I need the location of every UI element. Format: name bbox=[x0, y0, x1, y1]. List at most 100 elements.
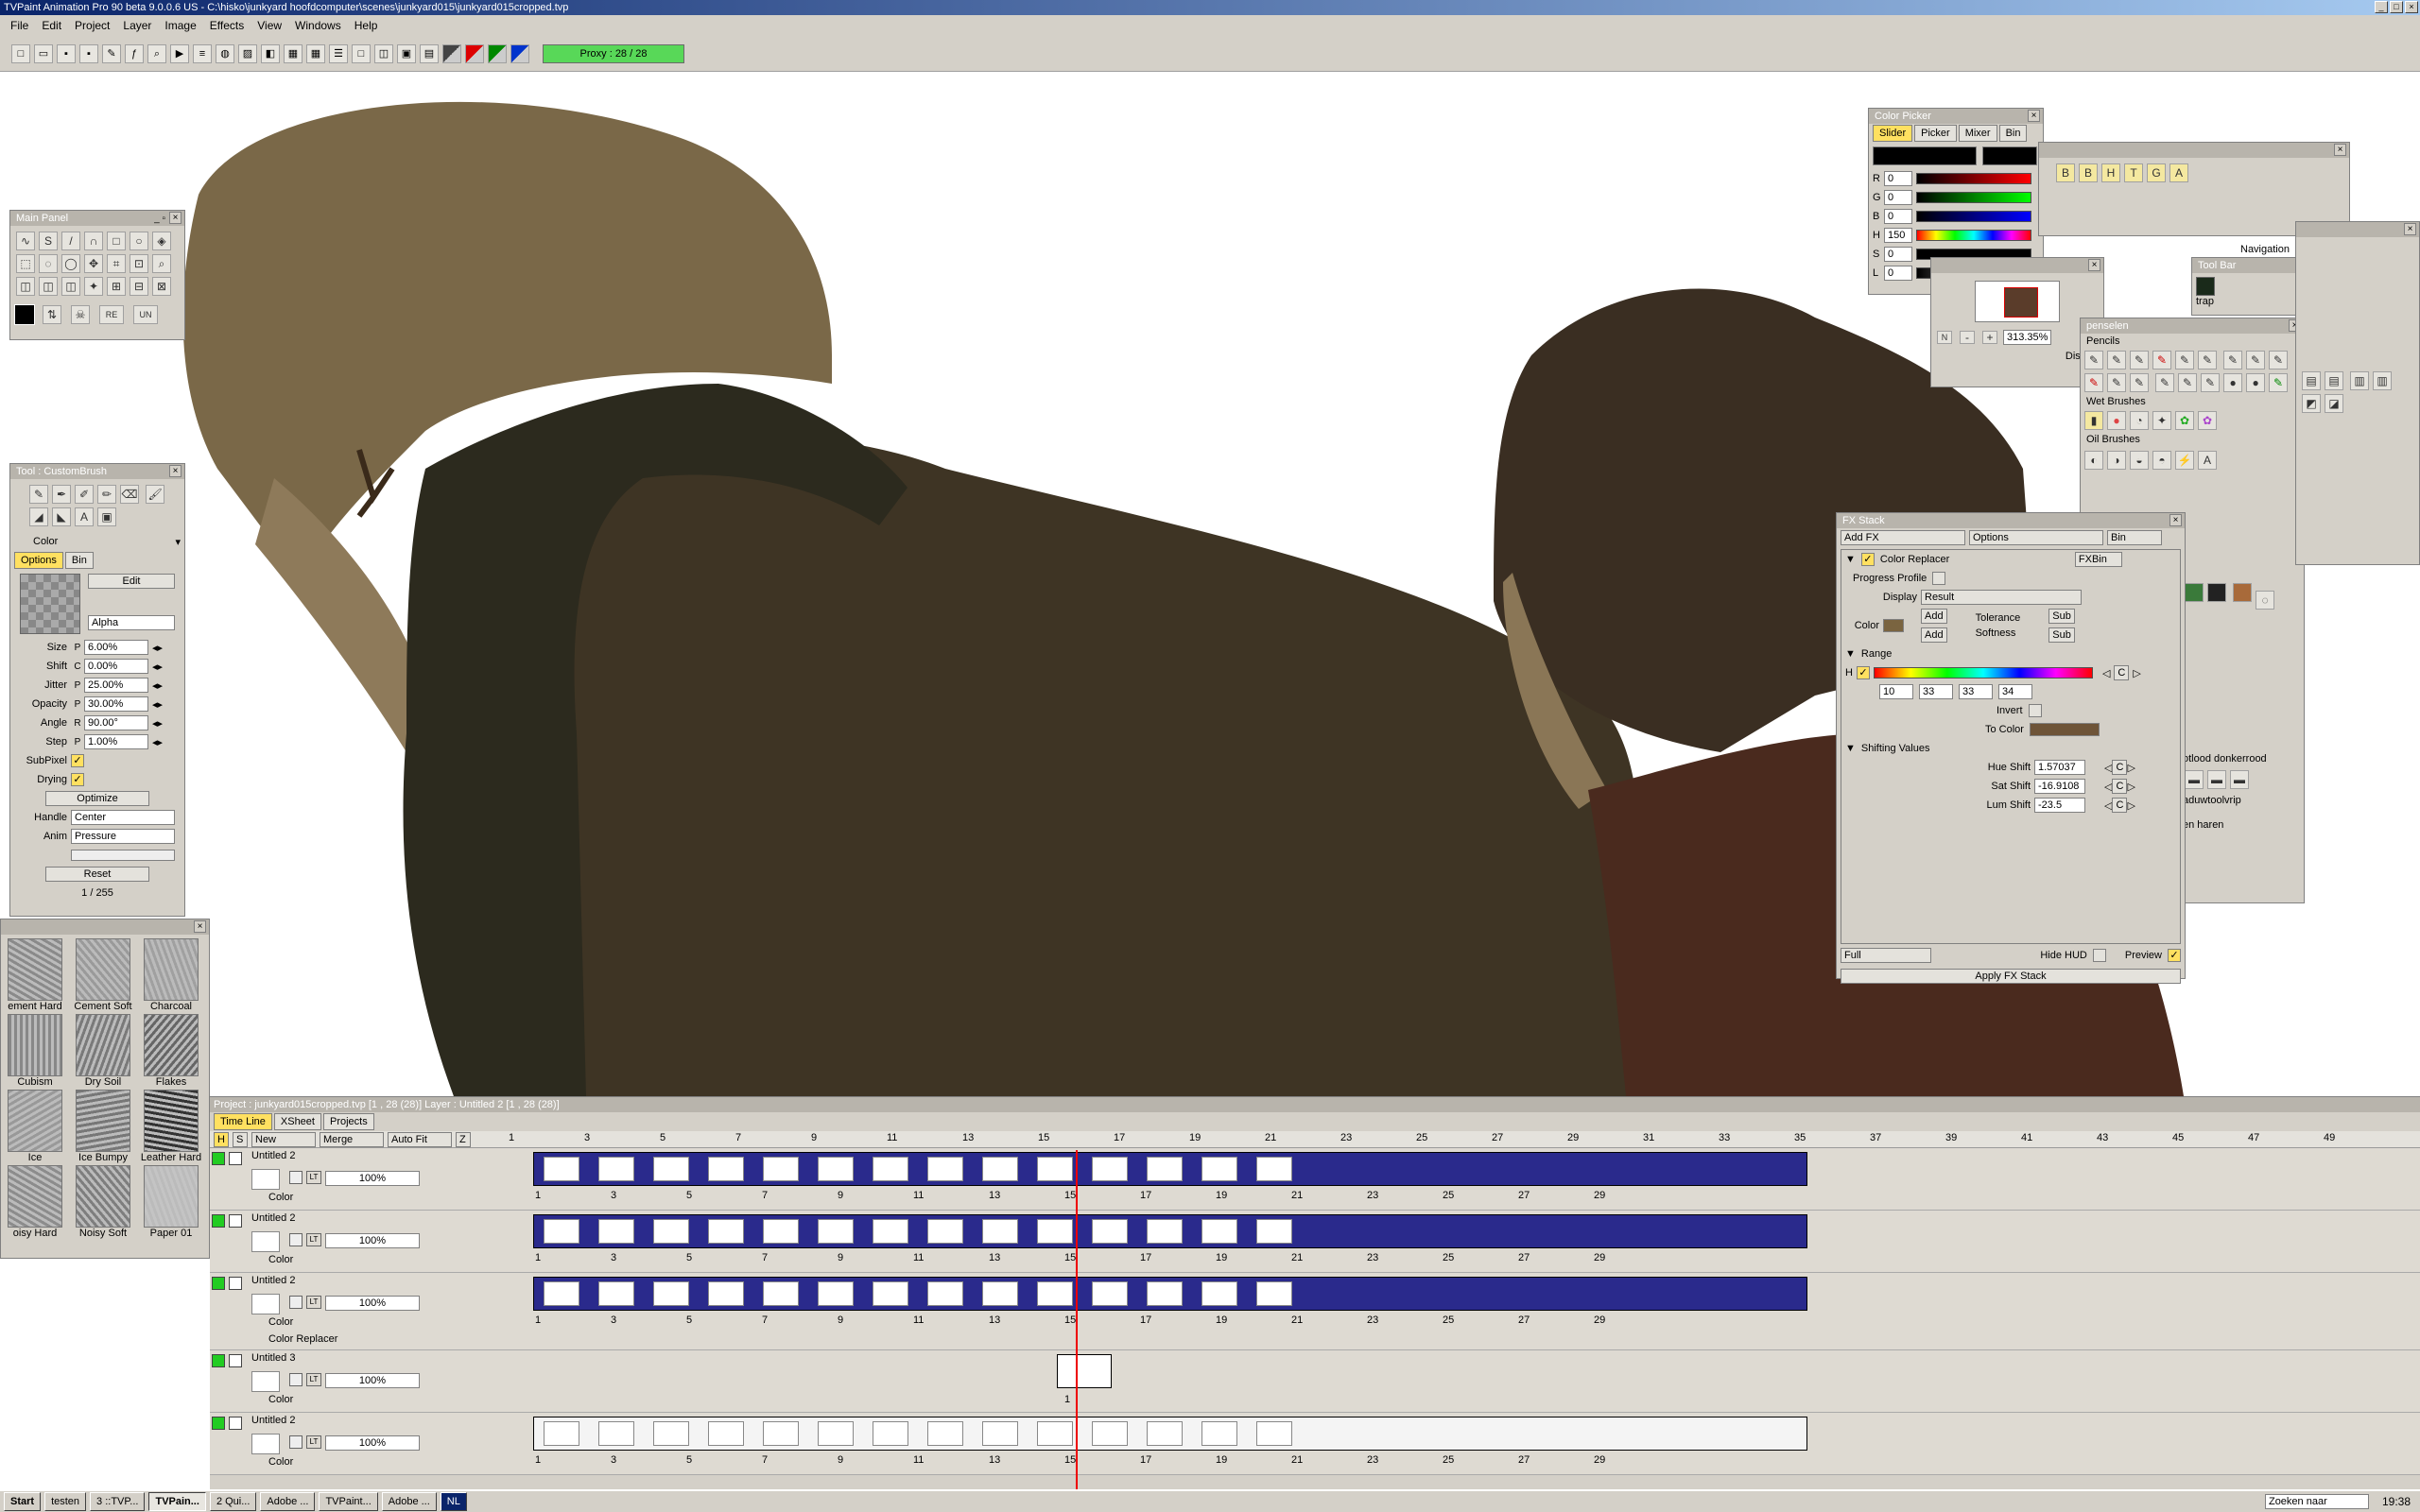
pencil-brush-12-icon[interactable]: ✎ bbox=[2130, 373, 2149, 392]
lighttable-icon[interactable]: LT bbox=[306, 1435, 321, 1449]
lighttable-icon[interactable]: LT bbox=[306, 1233, 321, 1246]
pencil-brush-1-icon[interactable]: ✎ bbox=[2084, 351, 2103, 369]
channel-value[interactable]: 0 bbox=[1884, 171, 1912, 186]
navigator-thumbnail[interactable] bbox=[1975, 281, 2060, 322]
texture-item[interactable]: Ice Bumpy bbox=[69, 1090, 137, 1163]
circle-icon[interactable]: ○ bbox=[130, 232, 148, 250]
preset-3-icon[interactable]: H bbox=[2101, 163, 2120, 182]
preset-1-icon[interactable]: B bbox=[2056, 163, 2075, 182]
custom-brush-icon[interactable]: ▣ bbox=[97, 507, 116, 526]
param-flag[interactable]: P bbox=[71, 643, 84, 653]
texture-item[interactable]: Leather Hard bbox=[137, 1090, 205, 1163]
lock-icon[interactable] bbox=[289, 1171, 302, 1184]
frame-cell[interactable] bbox=[763, 1219, 799, 1244]
quality-select[interactable]: Full bbox=[1841, 948, 1931, 963]
color-wheel-icon[interactable]: ◍ bbox=[216, 43, 234, 63]
layer-visible-toggle[interactable] bbox=[212, 1354, 225, 1367]
frame-cell[interactable] bbox=[544, 1219, 579, 1244]
menu-project[interactable]: Project bbox=[68, 19, 116, 32]
frame-cell[interactable] bbox=[873, 1219, 908, 1244]
task-adobe-1[interactable]: Adobe ... bbox=[260, 1492, 316, 1511]
lock-icon[interactable] bbox=[289, 1296, 302, 1309]
brush-mode[interactable]: Color bbox=[14, 536, 109, 547]
range-collapse-icon[interactable]: ▼ bbox=[1845, 648, 1856, 660]
texture-item[interactable]: Dry Soil bbox=[69, 1014, 137, 1088]
character-icon[interactable]: ☠ bbox=[71, 305, 90, 324]
texture-item[interactable]: Noisy Soft bbox=[69, 1165, 137, 1239]
texture-item[interactable]: Flakes bbox=[137, 1014, 205, 1088]
frame-cell[interactable] bbox=[708, 1281, 744, 1306]
texture-swatch[interactable] bbox=[8, 1014, 62, 1076]
channel-value[interactable]: 0 bbox=[1884, 247, 1912, 262]
rectangle-icon[interactable]: □ bbox=[107, 232, 126, 250]
frame-cell[interactable] bbox=[1037, 1157, 1073, 1181]
lock-icon[interactable] bbox=[289, 1373, 302, 1386]
frame-cell[interactable] bbox=[873, 1421, 908, 1446]
param-flag[interactable]: C bbox=[71, 662, 84, 672]
layer-solo-toggle[interactable] bbox=[229, 1417, 242, 1430]
layer-opacity[interactable]: 100% bbox=[325, 1435, 420, 1451]
oil-brush-3-icon[interactable]: ◒ bbox=[2130, 451, 2149, 470]
source-color-swatch[interactable] bbox=[1883, 619, 1904, 632]
edit-button[interactable]: Edit bbox=[88, 574, 175, 589]
range-value-3[interactable]: 33 bbox=[1959, 684, 1993, 699]
pencil-brush-18-icon[interactable]: ✎ bbox=[2269, 373, 2289, 392]
transform-icon[interactable]: ⊞ bbox=[107, 277, 126, 296]
fxbin-select[interactable]: FXBin bbox=[2074, 552, 2122, 567]
menu-windows[interactable]: Windows bbox=[288, 19, 348, 32]
close-icon[interactable]: × bbox=[2028, 110, 2040, 122]
handle-select[interactable]: Center bbox=[71, 810, 175, 825]
tab-mixer[interactable]: Mixer bbox=[1958, 125, 1997, 142]
frame-cell[interactable] bbox=[653, 1219, 689, 1244]
pencil-brush-15-icon[interactable]: ✎ bbox=[2201, 373, 2221, 392]
hide-hud-checkbox[interactable] bbox=[2092, 949, 2106, 962]
param-arrows-icon[interactable]: ◂▸ bbox=[152, 642, 163, 654]
pencil-brush-6-icon[interactable]: ✎ bbox=[2198, 351, 2217, 369]
maximize-icon[interactable]: □ bbox=[2390, 1, 2403, 13]
close-icon[interactable]: × bbox=[2404, 223, 2416, 235]
new-layer-button[interactable]: New bbox=[251, 1131, 316, 1147]
frame-cell[interactable] bbox=[1037, 1219, 1073, 1244]
task-testen[interactable]: testen bbox=[44, 1492, 87, 1511]
texture-swatch[interactable] bbox=[76, 1014, 130, 1076]
frame-cell[interactable] bbox=[818, 1281, 854, 1306]
sub-softness-button[interactable]: Sub bbox=[2048, 627, 2075, 643]
select-rect-icon[interactable]: ⬚ bbox=[16, 254, 35, 273]
frame-cell[interactable] bbox=[708, 1219, 744, 1244]
marker-icon[interactable]: ✏ bbox=[97, 485, 116, 504]
frame-cell[interactable] bbox=[1201, 1157, 1237, 1181]
taskbar-search[interactable]: Zoeken naar bbox=[2264, 1494, 2369, 1509]
param-arrows-icon[interactable]: ◂▸ bbox=[152, 736, 163, 748]
texture-swatch[interactable] bbox=[76, 1090, 130, 1152]
layer-thumbnail[interactable] bbox=[251, 1371, 280, 1392]
layer-thumbnail[interactable] bbox=[251, 1231, 280, 1252]
frame-cell[interactable] bbox=[1092, 1157, 1128, 1181]
param-value[interactable]: 30.00% bbox=[84, 696, 148, 712]
to-color-swatch[interactable] bbox=[2029, 723, 2100, 736]
layer-blend-mode[interactable]: Color bbox=[268, 1394, 293, 1405]
knife-icon[interactable]: ◣ bbox=[52, 507, 71, 526]
brush-c-icon[interactable]: ◫ bbox=[61, 277, 80, 296]
menu-file[interactable]: File bbox=[4, 19, 35, 32]
preset-6-icon[interactable]: A bbox=[2169, 163, 2188, 182]
param-arrows-icon[interactable]: ◂▸ bbox=[152, 661, 163, 673]
add-softness-button[interactable]: Add bbox=[1921, 627, 1947, 643]
layer-thumbnail[interactable] bbox=[251, 1169, 280, 1190]
layer-solo-toggle[interactable] bbox=[229, 1277, 242, 1290]
bin-select[interactable]: Bin bbox=[2107, 530, 2162, 545]
texture-swatch[interactable] bbox=[76, 938, 130, 1001]
frame-strip[interactable] bbox=[533, 1214, 1807, 1248]
layer-visible-toggle[interactable] bbox=[212, 1417, 225, 1430]
texture-swatch[interactable] bbox=[144, 1014, 199, 1076]
frame-strip[interactable] bbox=[533, 1152, 1807, 1186]
tab-bin[interactable]: Bin bbox=[1998, 125, 2028, 142]
pencil-brush-9-icon[interactable]: ✎ bbox=[2269, 351, 2289, 369]
param-flag[interactable]: P bbox=[71, 680, 84, 691]
frame-cell[interactable] bbox=[1092, 1219, 1128, 1244]
freehand-icon[interactable]: ∿ bbox=[16, 232, 35, 250]
crop-icon[interactable]: ⊡ bbox=[130, 254, 148, 273]
ink-black-icon[interactable] bbox=[442, 43, 461, 63]
layer-name[interactable]: Untitled 2 bbox=[251, 1275, 295, 1286]
shift-left-icon[interactable]: ◁ bbox=[2104, 781, 2112, 793]
texture-item[interactable]: Ice bbox=[1, 1090, 69, 1163]
